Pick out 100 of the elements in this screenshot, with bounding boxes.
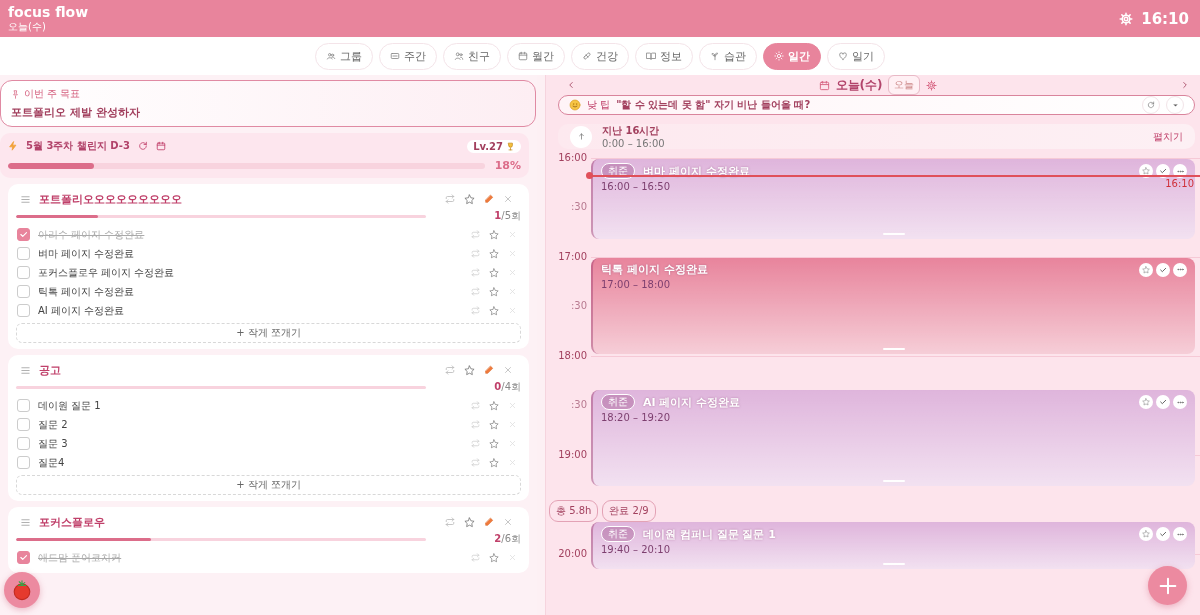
repeat-icon[interactable]	[471, 306, 480, 315]
star-button[interactable]	[1139, 262, 1153, 277]
clock-time: 16:10	[1141, 9, 1189, 28]
star-button[interactable]	[1139, 395, 1153, 409]
edit-icon[interactable]	[484, 365, 494, 375]
close-icon[interactable]	[503, 517, 513, 527]
refresh-button[interactable]	[1142, 96, 1160, 114]
nav-tab[interactable]: 그룹	[315, 42, 373, 70]
event-block[interactable]: 틱톡 페이지 수정완료 17:00 – 18:00	[591, 258, 1195, 354]
repeat-icon[interactable]	[471, 401, 480, 410]
star-icon[interactable]	[464, 364, 475, 376]
summary-chip: 완료 2/9	[602, 500, 656, 523]
more-button[interactable]	[1173, 395, 1187, 409]
drag-handle-icon[interactable]	[20, 193, 31, 205]
close-icon[interactable]	[503, 365, 513, 375]
star-icon[interactable]	[489, 438, 499, 449]
complete-button[interactable]	[1156, 395, 1170, 409]
repeat-icon[interactable]	[471, 458, 480, 467]
more-button[interactable]	[1173, 262, 1187, 277]
checkbox[interactable]	[17, 418, 30, 431]
nav-tab[interactable]: 습관	[699, 42, 757, 70]
star-icon[interactable]	[489, 419, 499, 430]
add-subtask-button[interactable]: + 작게 쪼개기	[16, 323, 521, 343]
previous-day-icon[interactable]	[566, 80, 576, 90]
repeat-icon[interactable]	[445, 517, 455, 527]
close-icon[interactable]	[508, 249, 517, 258]
nav-tab[interactable]: 월간	[507, 42, 565, 70]
close-icon[interactable]	[508, 230, 517, 239]
day-title: 오늘(수)	[835, 76, 883, 94]
repeat-icon[interactable]	[471, 287, 480, 296]
repeat-icon[interactable]	[471, 230, 480, 239]
next-day-icon[interactable]	[1180, 80, 1190, 90]
more-button[interactable]	[1173, 527, 1187, 541]
star-icon[interactable]	[489, 229, 499, 240]
star-icon[interactable]	[489, 267, 499, 278]
repeat-icon[interactable]	[471, 420, 480, 429]
refresh-icon[interactable]	[137, 141, 148, 151]
close-icon[interactable]	[508, 553, 517, 562]
star-icon[interactable]	[464, 193, 475, 205]
nav-tab[interactable]: 건강	[571, 42, 629, 70]
edit-icon[interactable]	[484, 194, 494, 204]
checkbox[interactable]	[17, 228, 30, 241]
star-icon[interactable]	[464, 516, 475, 528]
event-block[interactable]: 취준 AI 페이지 수정완료 18:20 – 19:20	[591, 390, 1195, 486]
group-title: 공고	[39, 362, 62, 378]
star-icon	[1142, 167, 1150, 175]
checkbox[interactable]	[17, 304, 30, 317]
repeat-icon[interactable]	[445, 194, 455, 204]
nav-tab[interactable]: 주간	[379, 42, 437, 70]
resize-handle[interactable]	[883, 348, 905, 350]
complete-button[interactable]	[1156, 527, 1170, 541]
nav-tab[interactable]: 정보	[635, 42, 693, 70]
star-icon[interactable]	[489, 248, 499, 259]
close-icon[interactable]	[508, 287, 517, 296]
task-text: 애드맘 푼어코치커	[38, 550, 123, 565]
nav-tab[interactable]: 친구	[443, 42, 501, 70]
drag-handle-icon[interactable]	[20, 516, 31, 528]
drag-handle-icon[interactable]	[20, 364, 31, 376]
checkbox[interactable]	[17, 285, 30, 298]
edit-icon[interactable]	[484, 517, 494, 527]
repeat-icon[interactable]	[471, 249, 480, 258]
event-block[interactable]: 취준 데이원 컴퍼니 질문 질문 1 19:40 – 20:10	[591, 522, 1195, 569]
star-icon[interactable]	[489, 305, 499, 316]
task-text: 포커스플로우 페이지 수정완료	[38, 265, 176, 280]
star-icon[interactable]	[489, 552, 499, 563]
star-icon[interactable]	[489, 400, 499, 411]
star-icon[interactable]	[489, 457, 499, 468]
close-icon[interactable]	[508, 458, 517, 467]
calendar-icon	[818, 79, 830, 91]
star-icon[interactable]	[489, 286, 499, 297]
settings-icon[interactable]	[926, 79, 938, 91]
close-icon[interactable]	[508, 306, 517, 315]
half-hour-label: :30	[570, 399, 587, 411]
checkbox[interactable]	[17, 266, 30, 279]
repeat-icon[interactable]	[471, 439, 480, 448]
complete-button[interactable]	[1156, 262, 1170, 277]
close-icon[interactable]	[503, 194, 513, 204]
repeat-icon[interactable]	[471, 553, 480, 562]
nav-tab[interactable]: 일기	[827, 42, 885, 70]
expand-button[interactable]: 펼치기	[1153, 129, 1183, 144]
checkbox[interactable]	[17, 399, 30, 412]
add-subtask-button[interactable]: + 작게 쪼개기	[16, 475, 521, 495]
check-icon	[19, 230, 28, 239]
repeat-icon[interactable]	[471, 268, 480, 277]
close-icon[interactable]	[508, 268, 517, 277]
repeat-icon[interactable]	[445, 365, 455, 375]
resize-handle[interactable]	[883, 562, 905, 565]
star-button[interactable]	[1139, 527, 1153, 541]
checkbox[interactable]	[17, 456, 30, 469]
collapse-button[interactable]	[570, 125, 592, 148]
hour-label: 16:00	[558, 152, 587, 164]
close-icon[interactable]	[508, 420, 517, 429]
checkbox[interactable]	[17, 437, 30, 450]
dropdown-button[interactable]	[1166, 96, 1184, 114]
close-icon[interactable]	[508, 439, 517, 448]
checkbox[interactable]	[17, 247, 30, 260]
checkbox[interactable]	[17, 551, 30, 564]
calendar-icon[interactable]	[155, 141, 166, 151]
check-icon	[19, 553, 28, 562]
close-icon[interactable]	[508, 401, 517, 410]
